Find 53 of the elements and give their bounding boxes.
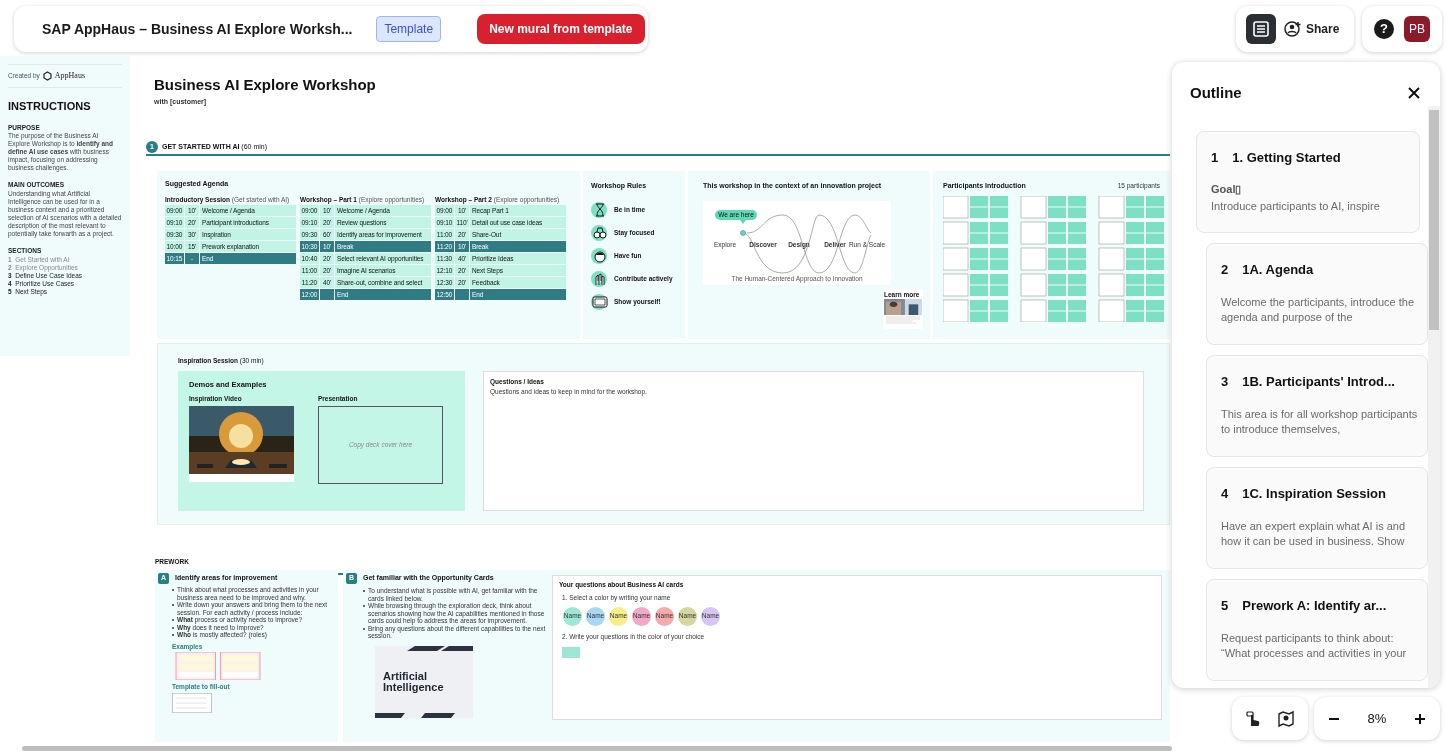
outline-goal-label: Goal▯ — [1211, 182, 1243, 197]
outline-item-text: This area is for all workshop participants to introduce themselves, — [1221, 407, 1419, 437]
template-drawing — [172, 693, 212, 713]
list-icon — [1252, 20, 1270, 38]
outline-item-text: Have an expert explain what AI is and how it can be used in business. Show — [1221, 519, 1407, 549]
outline-card[interactable]: 4 1C. Inspiration Session Have an expert explain what AI is and how it can be used in business. Show — [1206, 466, 1428, 569]
deck-title: Artificial Intelligence — [383, 670, 445, 693]
workshop-title: Business AI Explore Workshop — [154, 75, 376, 95]
brand-name: AppHaus — [54, 70, 85, 82]
duration-cell — [455, 289, 469, 300]
face-icon — [591, 246, 609, 265]
outline-number: 1 — [1211, 148, 1219, 167]
outline-item-title: 1B. Participants' Introd... — [1242, 372, 1395, 391]
outline-card[interactable]: 2 1A. Agenda Welcome the participants, introduce the agenda and purpose of the — [1206, 242, 1428, 345]
sticky-note — [562, 647, 580, 659]
user-avatar[interactable]: PB — [1404, 16, 1430, 42]
board-title: SAP AppHaus – Business AI Explore Worksh... — [42, 19, 353, 39]
add-person-icon — [1284, 20, 1302, 38]
new-mural-button[interactable]: New mural from template — [477, 14, 645, 44]
outline-item-text: Welcome the participants, introduce the agenda and purpose of the — [1221, 295, 1415, 325]
zoom-in-icon[interactable] — [1414, 712, 1426, 725]
outline-item-title: 1C. Inspiration Session — [1242, 484, 1386, 503]
outline-item-text: Request participants to think about: “What processes and activities in your — [1221, 631, 1408, 661]
share-button[interactable]: Share — [1284, 20, 1340, 38]
hands-icon — [591, 269, 609, 288]
hourglass-icon — [591, 200, 609, 219]
scrollbar[interactable] — [1428, 106, 1440, 688]
duration-cell — [320, 289, 334, 300]
map-pin-icon[interactable] — [1277, 709, 1295, 728]
outline-card[interactable]: 5 Prework A: Identify ar... Request participants to think about: “What processes and activities in your — [1206, 578, 1428, 681]
outline-item-text: Introduce participants to AI, inspire — [1211, 198, 1381, 214]
stripes-drawing — [407, 645, 473, 651]
outline-card[interactable]: 1 1. Getting Started Goal▯ Introduce participants to AI, inspire — [1196, 130, 1420, 233]
outline-number: 4 — [1221, 484, 1229, 503]
outline-title: Outline — [1190, 83, 1242, 103]
outline-number: 3 — [1221, 372, 1229, 391]
outline-number: 2 — [1221, 260, 1229, 279]
outline-item-title: 1A. Agenda — [1242, 260, 1314, 279]
screen-icon — [591, 292, 609, 311]
hexagon-icon — [42, 71, 52, 81]
outline-card[interactable]: 3 1B. Participants' Introd... This area is for all workshop participants to introduce themselves, — [1206, 354, 1428, 457]
close-icon[interactable] — [1408, 87, 1420, 100]
zoom-level: 8% — [1367, 709, 1387, 728]
position-marker — [740, 229, 746, 236]
instructions-heading: INSTRUCTIONS — [8, 99, 92, 114]
outline-number: 5 — [1221, 596, 1229, 615]
horizontal-scrollbar[interactable] — [22, 746, 1172, 751]
template-badge: Template — [376, 16, 442, 42]
outline-toggle-button[interactable] — [1246, 14, 1276, 44]
binoculars-icon — [591, 223, 609, 242]
help-button[interactable]: ? — [1374, 19, 1394, 39]
outline-item-title: 1. Getting Started — [1232, 148, 1341, 167]
outline-item-title: Prework A: Identify ar... — [1242, 596, 1387, 615]
